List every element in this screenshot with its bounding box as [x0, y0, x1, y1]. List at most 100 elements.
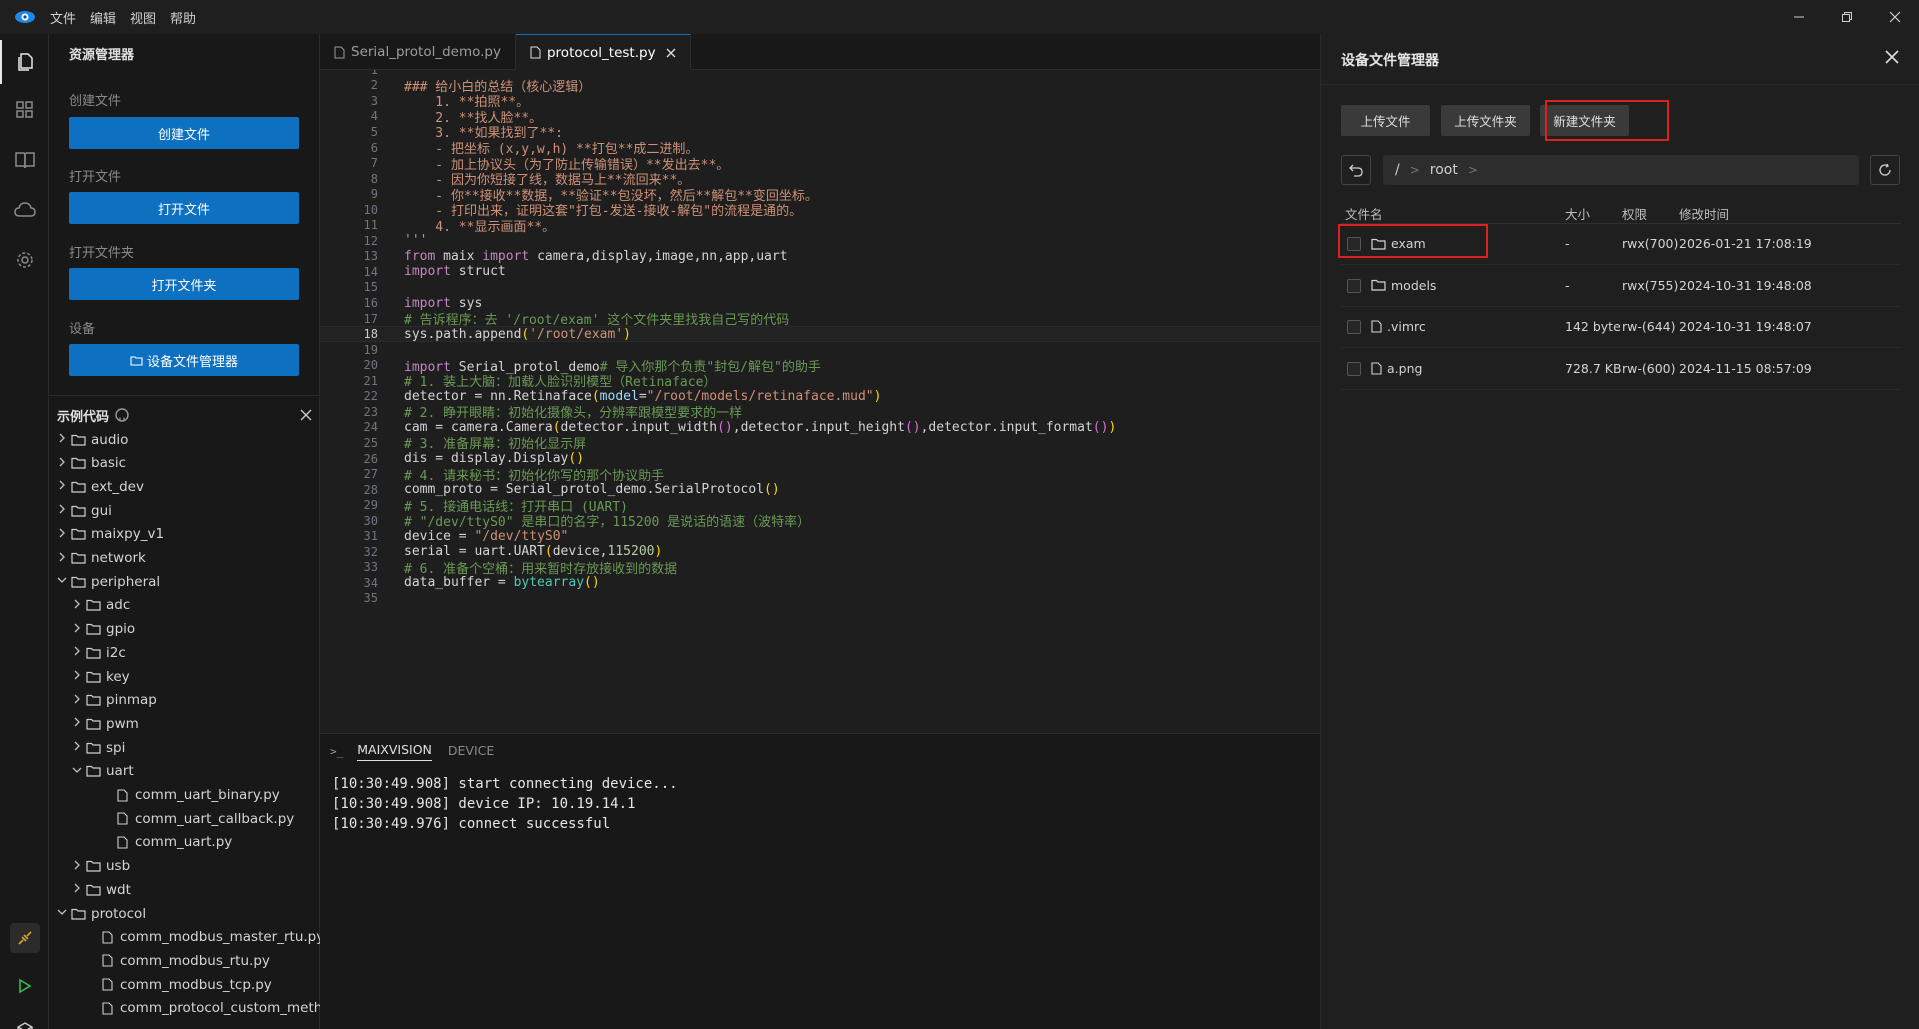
explorer-icon[interactable] — [0, 40, 49, 84]
back-icon[interactable] — [1341, 155, 1371, 185]
folder-icon — [69, 456, 87, 470]
tab-label: protocol_test.py — [546, 44, 656, 61]
code-line[interactable]: 11 4. **显示画面**。 — [320, 218, 1320, 235]
line-number: 3 — [370, 93, 378, 108]
row-checkbox[interactable] — [1347, 278, 1361, 293]
tree-folder[interactable]: usb — [70, 855, 130, 878]
tree-folder[interactable]: spi — [70, 736, 125, 759]
code-line[interactable]: 33 # 6. 准备个空桶：用来暂时存放接收到的数据 — [320, 560, 1320, 577]
tree-folder[interactable]: key — [70, 665, 130, 688]
tree-file[interactable]: comm_protocol_custom_meth... — [84, 997, 335, 1020]
file-row[interactable]: .vimrc 142 byte rw-(644) 2024-10-31 19:48:0… — [1341, 307, 1901, 348]
code-line[interactable]: 25 # 3. 准备屏幕：初始化显示屏 — [320, 435, 1320, 453]
run-icon[interactable] — [0, 964, 49, 1008]
tree-file[interactable]: comm_uart.py — [99, 831, 232, 854]
code-line[interactable]: 31 device = "/dev/ttyS0" — [320, 529, 1320, 545]
refresh-icon[interactable] — [1870, 155, 1900, 185]
code-line[interactable]: 23 # 2. 睁开眼睛：初始化摄像头，分辨率跟模型要求的一样 — [320, 404, 1320, 422]
menu-help[interactable]: 帮助 — [170, 8, 196, 27]
menu-file[interactable]: 文件 — [50, 8, 76, 27]
code-line[interactable]: 34 data_buffer = bytearray() — [320, 575, 1320, 591]
cloud-icon[interactable] — [0, 188, 49, 232]
github-icon[interactable] — [115, 408, 129, 422]
file-row[interactable]: models - rwx(755) 2024-10-31 19:48:08 — [1341, 266, 1901, 307]
code-line[interactable]: 18 sys.path.append('/root/exam') — [320, 326, 1320, 342]
code-line[interactable]: 21 # 1. 装上大脑：加载人脸识别模型（Retinaface） — [320, 373, 1320, 391]
device-connect-icon[interactable] — [0, 916, 49, 960]
tree-folder[interactable]: protocol — [55, 902, 146, 925]
menu-view[interactable]: 视图 — [130, 8, 156, 27]
tree-folder[interactable]: pinmap — [70, 689, 157, 712]
code-token: sys.path.append — [404, 326, 522, 342]
file-name-cell[interactable]: .vimrc — [1371, 319, 1426, 334]
tree-file[interactable]: comm_modbus_tcp.py — [84, 973, 272, 996]
open-file-button[interactable]: 打开文件 — [69, 192, 299, 224]
file-name-cell[interactable]: models — [1371, 278, 1436, 293]
tree-folder[interactable]: gui — [55, 499, 112, 522]
tree-folder[interactable]: maixpy_v1 — [55, 523, 164, 546]
tree-folder[interactable]: adc — [70, 594, 130, 617]
row-checkbox[interactable] — [1347, 320, 1361, 334]
tree-folder[interactable]: ext_dev — [55, 475, 144, 498]
restore-icon[interactable] — [1823, 0, 1871, 34]
tree-folder[interactable]: gpio — [70, 618, 135, 641]
open-folder-button[interactable]: 打开文件夹 — [69, 268, 299, 300]
device-file-manager-button[interactable]: 设备文件管理器 — [69, 344, 299, 376]
folder-icon — [69, 480, 87, 494]
tree-folder[interactable]: basic — [55, 452, 126, 475]
activity-bar — [0, 34, 49, 1029]
book-icon[interactable] — [0, 138, 49, 182]
tab-device[interactable]: DEVICE — [448, 743, 494, 761]
line-number: 13 — [363, 249, 378, 264]
tree-file[interactable]: comm_modbus_master_rtu.py — [84, 926, 324, 949]
upload-folder-button[interactable]: 上传文件夹 — [1441, 105, 1530, 136]
line-number: 19 — [363, 342, 378, 357]
minimize-icon[interactable] — [1775, 0, 1823, 34]
tree-item-label: adc — [106, 597, 131, 614]
close-window-icon[interactable] — [1871, 0, 1919, 34]
close-examples-icon[interactable] — [300, 409, 312, 421]
row-checkbox[interactable] — [1347, 361, 1361, 376]
tree-folder[interactable]: peripheral — [55, 570, 160, 593]
close-panel-icon[interactable] — [1885, 48, 1899, 69]
tree-folder[interactable]: audio — [55, 428, 128, 451]
tab-maixvision[interactable]: MAIXVISION — [357, 742, 432, 761]
code-line[interactable]: 17 # 告诉程序：去 '/root/exam' 这个文件夹里找我自己写的代码 — [320, 311, 1320, 329]
settings-gear-icon[interactable] — [0, 238, 49, 282]
code-line[interactable]: 35 — [320, 591, 1320, 607]
line-number: 15 — [363, 280, 378, 295]
menu-edit[interactable]: 编辑 — [90, 8, 116, 27]
tree-file[interactable]: comm_modbus_rtu.py — [84, 949, 270, 972]
code-token: ) — [623, 326, 631, 342]
code-editor[interactable]: 1'''2### 给小白的总结（核心逻辑）3 1. **拍照**。4 2. **… — [320, 70, 1320, 733]
code-line[interactable]: 12 ''' — [320, 233, 1320, 249]
tree-folder[interactable]: i2c — [70, 641, 126, 664]
breadcrumb-root[interactable]: root — [1430, 162, 1458, 178]
file-mtime: 2024-10-31 19:48:08 — [1679, 277, 1812, 293]
close-tab-icon[interactable] — [666, 48, 676, 58]
code-line[interactable]: 30 # "/dev/ttyS0" 是串口的名字，115200 是说话的语速（波特… — [320, 513, 1320, 531]
file-row[interactable]: a.png 728.7 KB rw-(600) 2024-11-15 08:57:09 — [1341, 349, 1901, 390]
extensions-icon[interactable] — [0, 88, 49, 132]
folder-icon — [69, 433, 87, 447]
tree-file[interactable]: comm_uart_callback.py — [99, 807, 294, 830]
tab-serial-protol-demo[interactable]: Serial_protol_demo.py — [320, 34, 516, 70]
code-line[interactable]: 14 import struct — [320, 264, 1320, 280]
tree-folder[interactable]: network — [55, 547, 146, 570]
create-file-button[interactable]: 创建文件 — [69, 117, 299, 149]
code-token: import — [482, 248, 530, 264]
package-icon[interactable] — [0, 1009, 49, 1029]
explorer-sidebar: 资源管理器 创建文件 创建文件 打开文件 打开文件 打开文件夹 打开文件夹 设备… — [49, 34, 335, 1029]
line-number: 33 — [363, 560, 378, 575]
breadcrumb-root-slash[interactable]: / — [1395, 162, 1400, 178]
tree-folder[interactable]: wdt — [70, 878, 131, 901]
code-line[interactable]: 27 # 4. 请来秘书：初始化你写的那个协议助手 — [320, 466, 1320, 484]
file-name-cell[interactable]: a.png — [1371, 361, 1422, 376]
tree-folder[interactable]: pwm — [70, 712, 139, 735]
code-line[interactable]: 13 from maix import camera,display,image,… — [320, 249, 1320, 265]
tab-protocol-test[interactable]: protocol_test.py — [515, 34, 691, 70]
code-line[interactable]: 15 — [320, 280, 1320, 296]
upload-file-button[interactable]: 上传文件 — [1341, 105, 1430, 136]
tree-file[interactable]: comm_uart_binary.py — [99, 784, 280, 807]
tree-folder[interactable]: uart — [70, 760, 134, 783]
